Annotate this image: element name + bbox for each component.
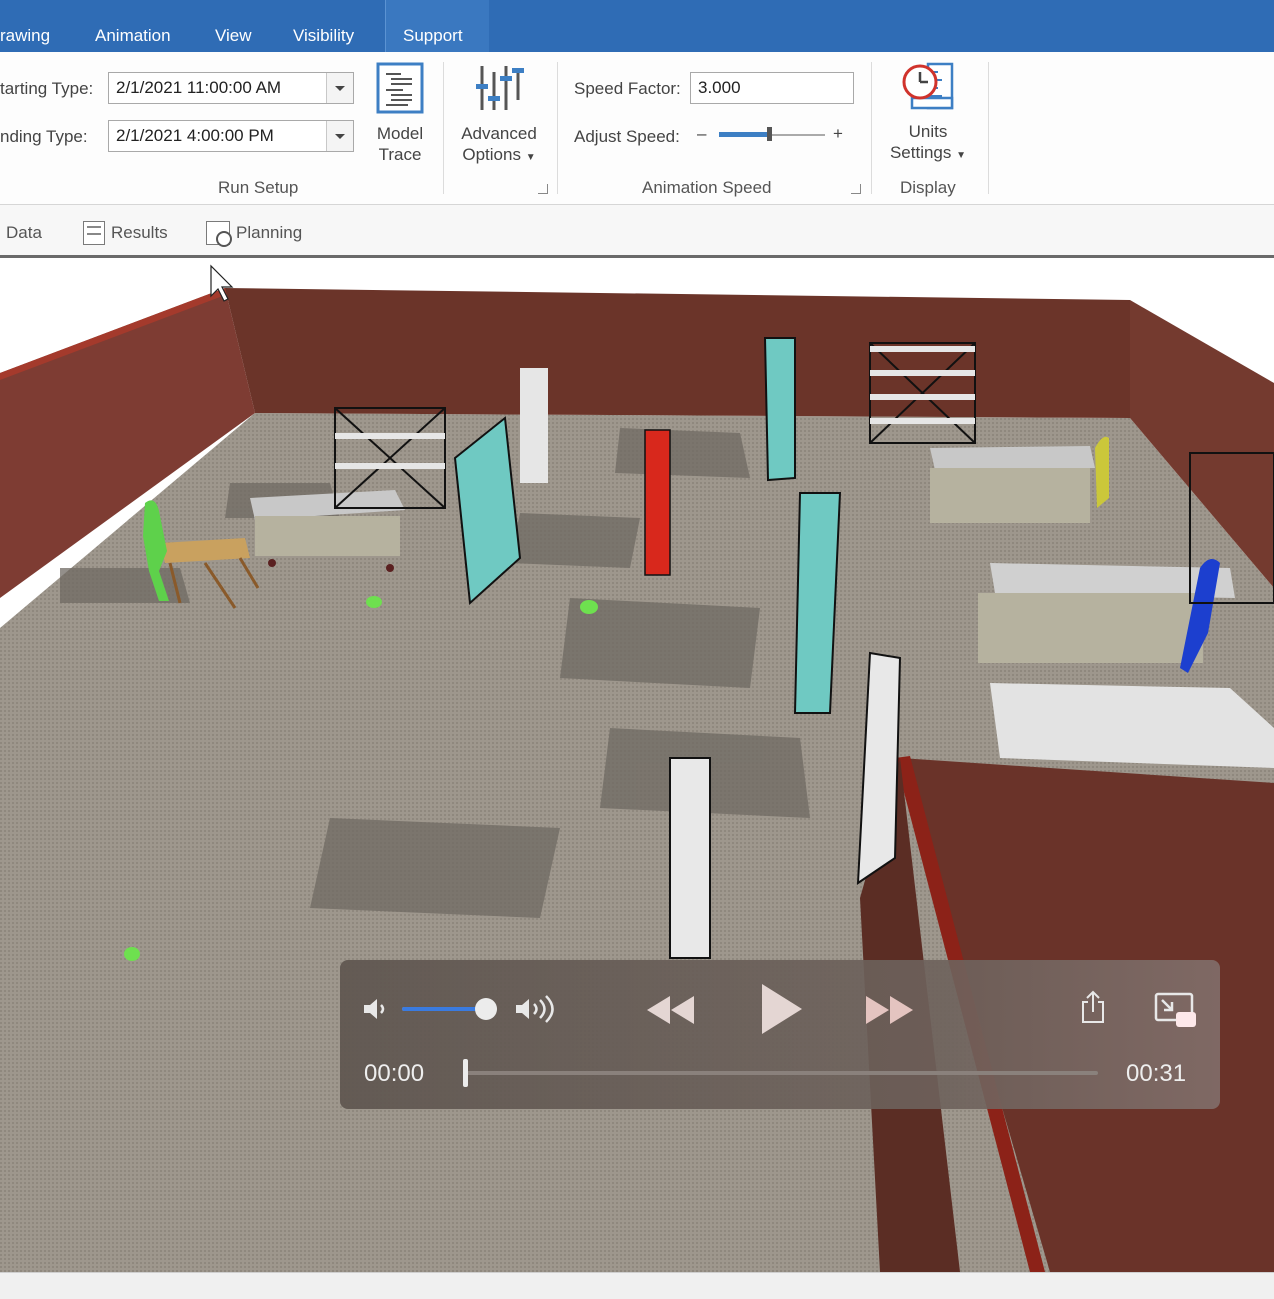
volume-slider-knob[interactable] [474,998,497,1020]
speed-increase-button[interactable]: + [833,124,843,144]
data-tab[interactable]: Data [6,223,42,243]
tab-drawing[interactable]: rawing [0,26,50,46]
worker-yellow [1095,436,1109,508]
separator [557,62,558,194]
starting-type-value: 2/1/2021 11:00:00 AM [116,78,282,97]
back-wall [225,288,1130,418]
model-trace-icon [376,62,424,114]
separator [871,62,872,194]
planning-tab[interactable]: Planning [236,223,302,243]
speed-factor-label: Speed Factor: [574,79,681,98]
speed-factor-input[interactable]: 3.000 [690,72,854,104]
fast-forward-icon[interactable] [864,994,914,1026]
ending-type-dropdown-button[interactable] [326,121,353,151]
run-setup-group-label: Run Setup [218,178,299,197]
advanced-options-label-1: Advanced [461,124,537,143]
units-settings-button[interactable]: Units Settings ▼ [884,60,972,166]
model-trace-label-2: Trace [378,145,422,164]
clock-ruler-icon [902,62,954,110]
progress-thumb[interactable] [463,1059,468,1087]
red-shelf [644,429,671,576]
ribbon: tarting Type: 2/1/2021 11:00:00 AM nding… [0,52,1274,205]
animation-speed-dialog-launcher-icon[interactable] [851,184,861,194]
adjust-speed-label: Adjust Speed: [574,127,680,146]
entity-dot [366,596,382,608]
share-icon[interactable] [1080,990,1106,1024]
volume-high-icon[interactable] [514,994,560,1024]
units-settings-label-2: Settings ▼ [889,143,967,162]
animation-speed-group-label: Animation Speed [642,178,772,197]
saw-table-2 [930,446,1095,523]
ending-type-value: 2/1/2021 4:00:00 PM [116,126,274,145]
separator [988,62,989,194]
starting-type-label: tarting Type: [0,79,94,98]
display-group-label: Display [900,178,956,197]
advanced-options-button[interactable]: Advanced Options ▼ [455,62,543,168]
starting-type-dropdown-button[interactable] [326,73,353,103]
results-tab[interactable]: Results [111,223,168,243]
volume-low-icon[interactable] [362,996,390,1022]
results-icon [83,221,105,245]
model-trace-button[interactable]: Model Trace [370,62,430,165]
status-bar [0,1272,1274,1299]
slider-thumb[interactable] [767,127,772,141]
starting-type-combo[interactable]: 2/1/2021 11:00:00 AM [108,72,354,104]
play-icon[interactable] [758,982,804,1036]
run-setup-dialog-launcher-icon[interactable] [538,184,548,194]
secondary-toolbar: Data Results Planning [0,205,1274,258]
ending-type-combo[interactable]: 2/1/2021 4:00:00 PM [108,120,354,152]
adjust-speed-slider[interactable] [719,127,825,141]
advanced-options-label-2: Options ▼ [462,145,536,164]
warehouse-scene [0,264,1274,1272]
planning-icon [206,221,232,247]
entity-dot [580,600,598,614]
separator [443,62,444,194]
volume-slider[interactable] [402,998,497,1020]
current-time: 00:00 [364,1060,425,1087]
video-player-controls: 00:00 00:31 [340,960,1220,1109]
tab-animation[interactable]: Animation [95,26,171,46]
tab-visibility[interactable]: Visibility [293,26,354,46]
speed-decrease-button[interactable]: – [697,124,706,144]
entity-dot [124,947,140,961]
white-table [990,683,1274,768]
tab-view[interactable]: View [215,26,252,46]
picture-in-picture-icon[interactable] [1154,992,1198,1028]
volume-slider-fill [402,1007,486,1011]
speed-factor-value: 3.000 [698,78,741,97]
simulation-3d-viewport[interactable] [0,258,1274,1272]
total-time: 00:31 [1126,1060,1187,1087]
model-trace-label-1: Model [376,124,424,143]
slider-fill [719,132,769,137]
units-settings-label-1: Units [908,122,948,141]
progress-bar[interactable] [463,1059,1098,1087]
rewind-icon[interactable] [646,994,696,1026]
ending-type-label: nding Type: [0,127,88,146]
sliders-icon [476,66,524,110]
tab-support[interactable]: Support [403,26,463,46]
ribbon-tab-strip: rawing Animation View Visibility Support [0,0,1274,52]
